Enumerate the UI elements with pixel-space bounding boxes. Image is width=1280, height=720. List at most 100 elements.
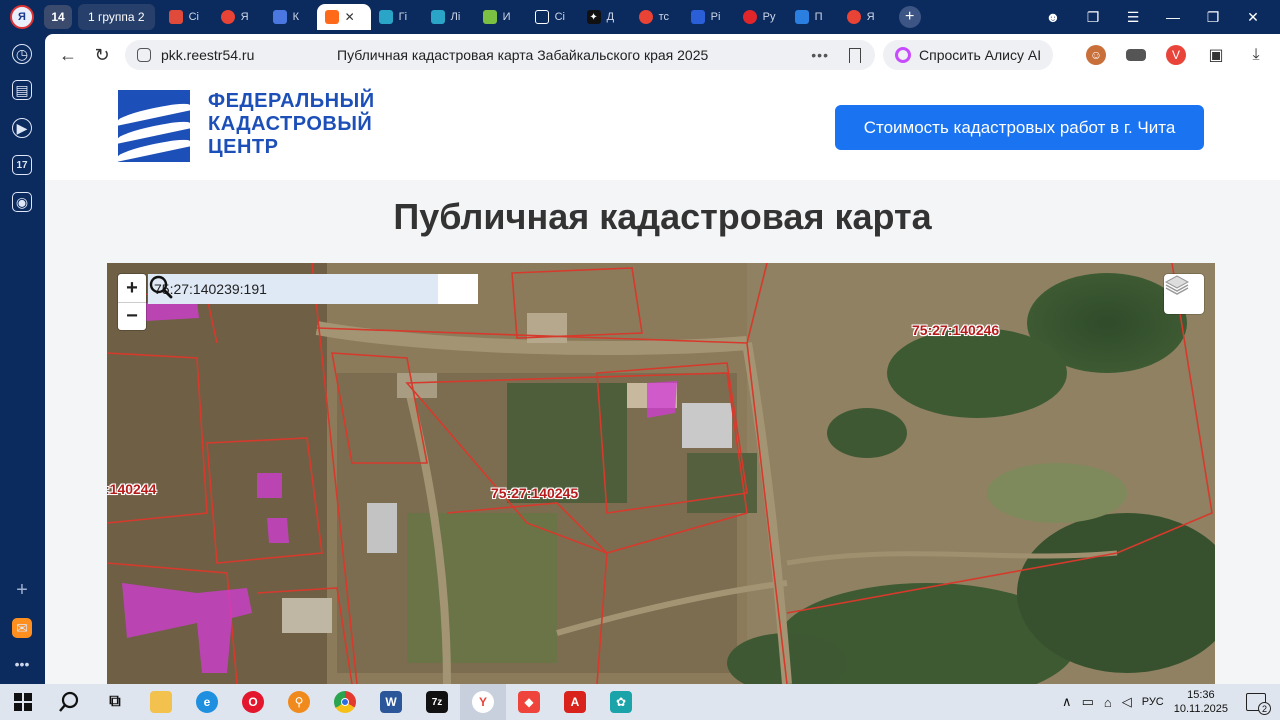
map-pin-icon (846, 10, 861, 24)
shield-icon (430, 10, 445, 24)
search-icon[interactable] (46, 684, 92, 720)
tab-8[interactable]: Сі (527, 4, 579, 30)
download-icon[interactable]: ⤓ (1246, 45, 1266, 65)
flame-icon (324, 10, 339, 24)
url-domain: pkk.reestr54.ru (161, 47, 255, 63)
anydesk-icon[interactable]: ◆ (506, 684, 552, 720)
system-tray: ∧ ▭ ⌂ ◁ РУС 15:36 10.11.2025 2 (1062, 688, 1280, 716)
screenshot-icon[interactable]: ◉ (12, 192, 32, 212)
cadastral-map[interactable]: + − 75:27:140239:191 75:27:140246 75:27:… (107, 263, 1215, 684)
mail-icon (794, 10, 809, 24)
cadastral-quarter-label[interactable]: :140244 (107, 481, 156, 497)
alice-icon (895, 47, 911, 63)
video-icon[interactable]: ▶ (12, 118, 32, 138)
calendar-icon[interactable]: 17 (12, 155, 32, 175)
volume-icon[interactable]: ◁ (1122, 694, 1132, 710)
word-icon[interactable]: W (368, 684, 414, 720)
usb-icon[interactable]: ⌂ (1104, 695, 1112, 710)
acrobat-icon[interactable]: A (552, 684, 598, 720)
tab-active[interactable]: ✕ (316, 4, 371, 30)
url-page-title: Публичная кадастровая карта Забайкальско… (337, 47, 709, 63)
page-title: Публичная кадастровая карта (393, 196, 932, 237)
screen: Я 14 1 группа 2 Сі Я К ✕ Гі Лі И Сі ✦ Д т… (0, 0, 1280, 720)
more-icon[interactable]: ••• (12, 654, 32, 674)
cadastral-number-input[interactable]: 75:27:140239:191 (148, 274, 438, 304)
search-app-icon[interactable]: ⚲ (276, 684, 322, 720)
sparkle-icon: ✦ (586, 10, 601, 24)
tab-6[interactable]: Лі (423, 4, 475, 30)
tab-14[interactable]: Я (839, 4, 891, 30)
network-icon[interactable]: ▭ (1082, 694, 1094, 710)
cadastral-quarter-label[interactable]: 75:27:140246 (912, 322, 999, 338)
notifications-icon[interactable]: 2 (1246, 693, 1271, 715)
chrome-icon[interactable] (322, 684, 368, 720)
tab-3[interactable]: К (265, 4, 317, 30)
yandex-browser-icon[interactable]: Y (460, 684, 506, 720)
logo-text[interactable]: ФЕДЕРАЛЬНЫЙ КАДАСТРОВЫЙ ЦЕНТР (208, 90, 375, 159)
paw-app-icon[interactable]: ✿ (598, 684, 644, 720)
language-indicator[interactable]: РУС (1142, 696, 1164, 708)
tab-2[interactable]: Я (213, 4, 265, 30)
minimize-icon[interactable]: — (1164, 9, 1182, 25)
vivaldi-extension-icon[interactable]: V (1166, 45, 1186, 65)
zoom-in-button[interactable]: + (118, 274, 146, 302)
task-view-icon[interactable]: ⧉ (92, 684, 138, 720)
file-explorer-icon[interactable] (138, 684, 184, 720)
extension-icon[interactable]: ☻ (1044, 9, 1062, 25)
tab-11[interactable]: Рі (683, 4, 735, 30)
map-pin-icon (220, 10, 235, 24)
internet-explorer-icon[interactable]: e (184, 684, 230, 720)
windows-start-icon[interactable] (0, 684, 46, 720)
close-icon[interactable]: ✕ (1244, 9, 1262, 26)
cadastral-quarter-label[interactable]: 75:27:140245 (491, 485, 578, 501)
web-page: ФЕДЕРАЛЬНЫЙ КАДАСТРОВЫЙ ЦЕНТР Стоимость … (45, 76, 1280, 684)
tab-7[interactable]: И (475, 4, 527, 30)
layers-icon (1164, 275, 1190, 295)
layers-button[interactable] (1164, 274, 1204, 314)
restore-icon[interactable]: ❐ (1204, 9, 1222, 26)
cost-cadastral-works-button[interactable]: Стоимость кадастровых работ в г. Чита (835, 105, 1204, 150)
cadastral-search: 75:27:140239:191 (148, 274, 478, 304)
mail-app-icon[interactable]: ✉ (12, 618, 32, 638)
more-options-icon[interactable]: ••• (811, 47, 829, 63)
tab-group[interactable]: 1 группа 2 (78, 4, 155, 30)
search-button[interactable] (149, 274, 478, 304)
close-tab-icon[interactable]: ✕ (345, 10, 355, 24)
hat-extension-icon[interactable] (1126, 49, 1146, 61)
7zip-icon[interactable]: 7z (414, 684, 460, 720)
url-field[interactable]: pkk.reestr54.ru Публичная кадастровая ка… (125, 40, 875, 70)
lock-icon[interactable] (137, 48, 151, 62)
tab-1[interactable]: Сі (161, 4, 213, 30)
zoom-out-button[interactable]: − (118, 302, 146, 330)
menu-icon[interactable]: ☰ (1124, 9, 1142, 26)
address-bar: ← ↻ pkk.reestr54.ru Публичная кадастрова… (45, 34, 1280, 76)
tab-10[interactable]: тс (631, 4, 683, 30)
document-icon (534, 10, 549, 24)
reader-icon[interactable]: ▣ (1206, 45, 1226, 65)
bookmark-icon[interactable] (849, 47, 861, 63)
browser-profile-icon[interactable]: Я (0, 0, 44, 34)
opera-icon[interactable]: O (230, 684, 276, 720)
new-tab-button[interactable]: + (898, 6, 921, 28)
avatar-extension-icon[interactable]: ☺ (1086, 45, 1106, 65)
reload-button[interactable]: ↻ (85, 38, 119, 72)
search-icon (149, 275, 173, 299)
add-panel-icon[interactable]: + (12, 579, 32, 601)
history-icon[interactable]: ◷ (12, 44, 32, 64)
tabs-collection-icon[interactable]: ❐ (1084, 9, 1102, 26)
chevron-up-icon[interactable]: ∧ (1062, 694, 1072, 710)
tab-12[interactable]: Ру (735, 4, 787, 30)
tab-count-button[interactable]: 14 (44, 5, 72, 29)
logo-emblem[interactable] (118, 90, 190, 162)
play-icon (742, 10, 757, 24)
back-button[interactable]: ← (51, 38, 85, 72)
collections-icon[interactable]: ▤ (12, 80, 32, 100)
ask-alice-button[interactable]: Спросить Алису AI (883, 40, 1054, 70)
clock[interactable]: 15:36 10.11.2025 (1174, 688, 1228, 716)
notifications-count: 2 (1258, 702, 1271, 715)
tab-13[interactable]: П (787, 4, 839, 30)
tab-5[interactable]: Гі (371, 4, 423, 30)
home-icon (168, 10, 183, 24)
browser-sidebar: ◷ ▤ ▶ 17 ◉ + ✉ ••• (0, 34, 45, 684)
tab-9[interactable]: ✦ Д (579, 4, 631, 30)
